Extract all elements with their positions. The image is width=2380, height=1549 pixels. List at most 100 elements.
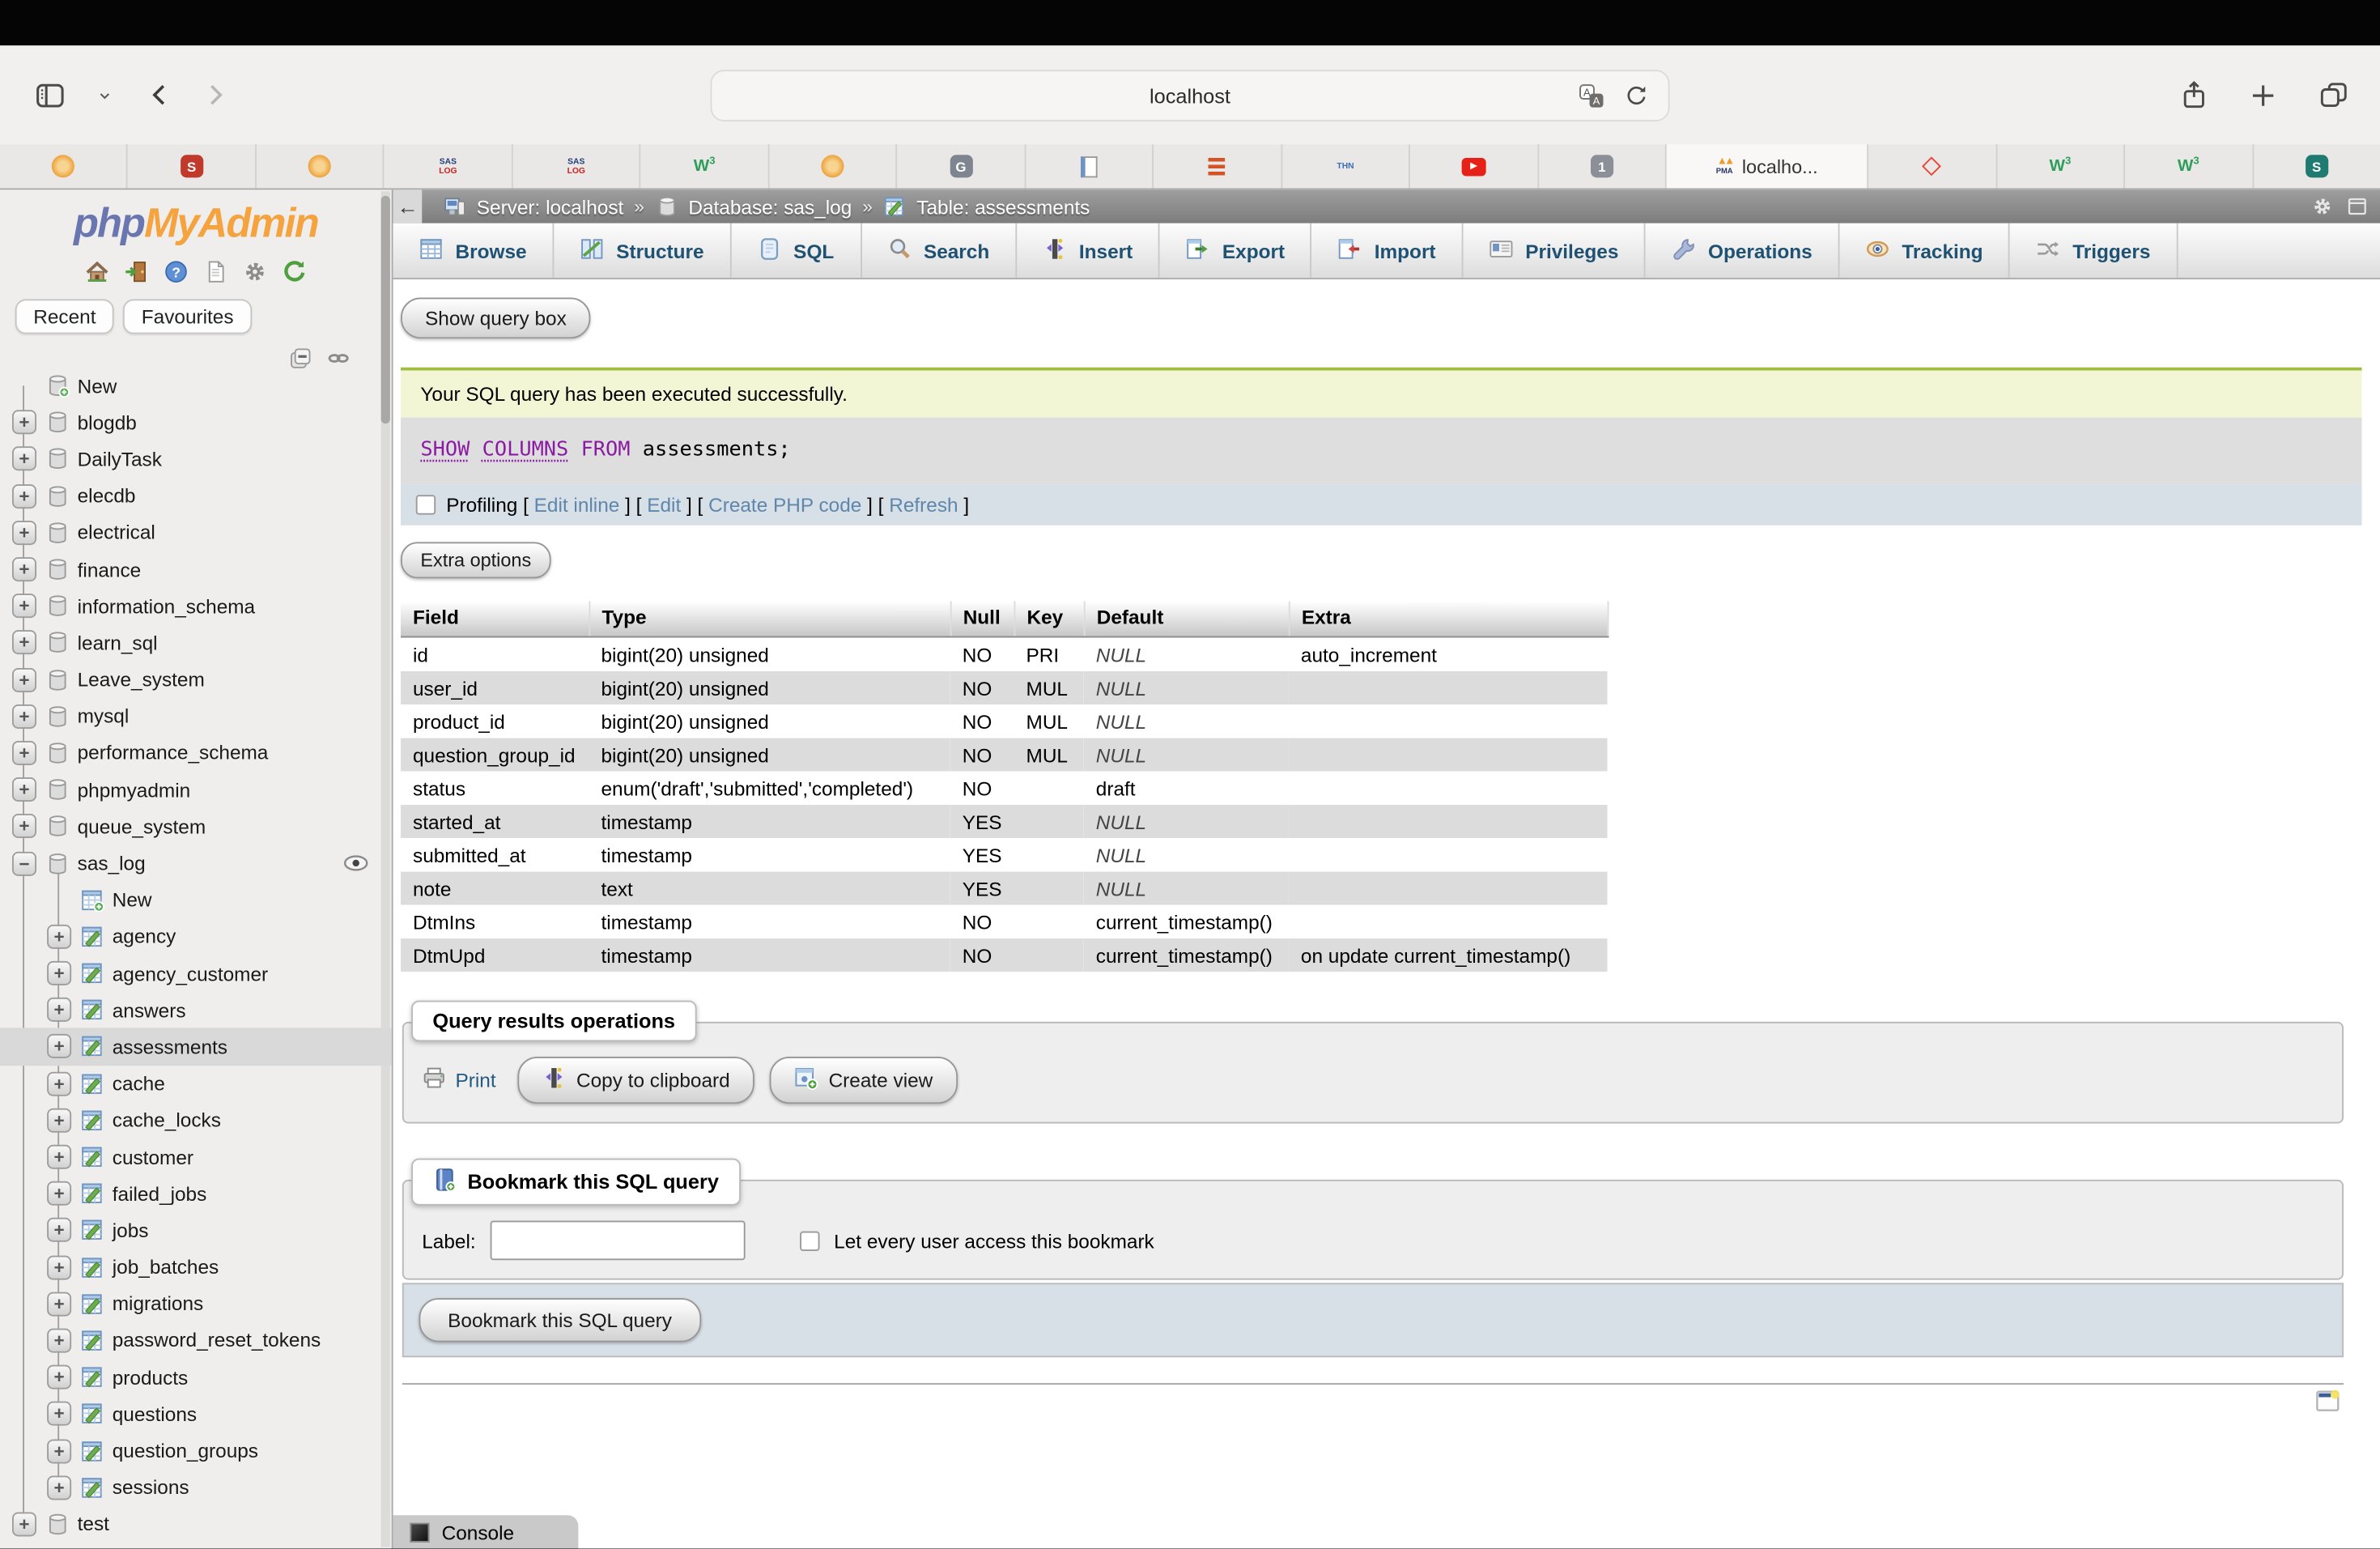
chevron-down-icon[interactable] — [88, 79, 121, 112]
tree-item-migrations[interactable]: +migrations — [0, 1286, 392, 1322]
expander-plus-icon[interactable]: + — [47, 1219, 71, 1243]
print-link[interactable]: Print — [422, 1066, 495, 1095]
docs-icon[interactable] — [201, 257, 230, 286]
expander-plus-icon[interactable]: + — [12, 741, 36, 765]
home-icon[interactable] — [83, 257, 112, 286]
tree-item-leave_system[interactable]: +Leave_system — [0, 662, 392, 698]
tree-item-agency_customer[interactable]: +agency_customer — [0, 955, 392, 991]
phpmyadmin-logo[interactable]: phpMyAdmin — [0, 201, 392, 248]
browser-tab-active[interactable]: ▲▲PMAlocalho... — [1667, 144, 1868, 188]
tree-item-finance[interactable]: +finance — [0, 551, 392, 588]
tree-item-answers[interactable]: +answers — [0, 992, 392, 1028]
expander-plus-icon[interactable]: + — [47, 1071, 71, 1096]
profiling-link-edit-inline[interactable]: Edit inline — [534, 493, 620, 516]
tree-item-failed_jobs[interactable]: +failed_jobs — [0, 1175, 392, 1211]
tab-import[interactable]: Import — [1312, 223, 1463, 279]
tree-item-dailytask[interactable]: +DailyTask — [0, 440, 392, 477]
expander-plus-icon[interactable]: + — [47, 1292, 71, 1316]
column-header[interactable]: Key — [1014, 602, 1084, 637]
expander-plus-icon[interactable]: + — [47, 1365, 71, 1389]
console-bar[interactable]: Console — [393, 1515, 579, 1548]
browser-tab[interactable]: 1 — [1539, 144, 1667, 188]
browser-tab[interactable]: S — [128, 144, 256, 188]
expander-plus-icon[interactable]: + — [47, 1181, 71, 1206]
translate-icon[interactable]: AA — [1574, 79, 1607, 113]
eye-icon[interactable] — [343, 851, 369, 882]
profiling-checkbox[interactable] — [416, 495, 436, 514]
expander-plus-icon[interactable]: + — [47, 1255, 71, 1279]
tree-item-blogdb[interactable]: +blogdb — [0, 404, 392, 440]
expander-plus-icon[interactable]: + — [12, 777, 36, 802]
expander-plus-icon[interactable]: + — [47, 1145, 71, 1169]
browser-tab[interactable]: THN — [1282, 144, 1410, 188]
tree-item-password_reset_tokens[interactable]: +password_reset_tokens — [0, 1322, 392, 1359]
tab-sql[interactable]: SQL — [731, 223, 861, 279]
expander-plus-icon[interactable]: + — [12, 667, 36, 692]
bookmark-label-input[interactable] — [491, 1221, 746, 1261]
expander-plus-icon[interactable]: + — [47, 961, 71, 985]
column-header[interactable]: Null — [950, 602, 1014, 637]
tree-item-products[interactable]: +products — [0, 1359, 392, 1395]
extra-options-button[interactable]: Extra options — [401, 542, 551, 578]
exit-icon[interactable] — [122, 257, 151, 286]
share-icon[interactable] — [2177, 79, 2210, 112]
reload-icon[interactable] — [1620, 79, 1653, 113]
tree-item-phpmyadmin[interactable]: +phpmyadmin — [0, 772, 392, 808]
tab-privileges[interactable]: Privileges — [1463, 223, 1646, 279]
expander-plus-icon[interactable]: + — [47, 1329, 71, 1353]
tab-triggers[interactable]: Triggers — [2010, 223, 2178, 279]
tree-item-cache[interactable]: +cache — [0, 1065, 392, 1101]
browser-tab[interactable]: G — [898, 144, 1026, 188]
tree-item-elecdb[interactable]: +elecdb — [0, 478, 392, 514]
browser-tab[interactable] — [1026, 144, 1154, 188]
profiling-link-create-php-code[interactable]: Create PHP code — [708, 493, 861, 516]
bookmark-submit-button[interactable]: Bookmark this SQL query — [419, 1298, 701, 1342]
expander-plus-icon[interactable]: + — [12, 411, 36, 435]
tree-item-sessions[interactable]: +sessions — [0, 1469, 392, 1505]
expander-minus-icon[interactable]: − — [12, 851, 36, 875]
tab-browse[interactable]: Browse — [393, 223, 555, 279]
open-new-window-icon[interactable] — [2314, 1388, 2340, 1419]
tree-item-mysql[interactable]: +mysql — [0, 698, 392, 734]
tree-item-agency[interactable]: +agency — [0, 918, 392, 955]
tree-item-electrical[interactable]: +electrical — [0, 514, 392, 551]
tree-item-information_schema[interactable]: +information_schema — [0, 588, 392, 624]
create-view-button[interactable]: Create view — [769, 1057, 957, 1104]
expander-plus-icon[interactable]: + — [12, 815, 36, 839]
browser-tab[interactable]: ▶ — [1410, 144, 1538, 188]
expander-plus-icon[interactable]: + — [47, 1108, 71, 1132]
expander-plus-icon[interactable]: + — [12, 557, 36, 581]
expander-plus-icon[interactable]: + — [12, 483, 36, 508]
tree-item-assessments[interactable]: +assessments — [0, 1028, 392, 1065]
tab-tracking[interactable]: Tracking — [1839, 223, 2010, 279]
profiling-link-refresh[interactable]: Refresh — [889, 493, 958, 516]
copy-to-clipboard-button[interactable]: Copy to clipboard — [517, 1057, 754, 1104]
browser-tab[interactable] — [1868, 144, 1996, 188]
column-header[interactable]: Extra — [1289, 602, 1608, 637]
tab-overview-icon[interactable] — [2316, 79, 2349, 112]
expander-plus-icon[interactable]: + — [12, 704, 36, 729]
tree-item-learn_sql[interactable]: +learn_sql — [0, 624, 392, 661]
breadcrumb-database[interactable]: Database: sas_log — [688, 195, 852, 218]
show-query-box-button[interactable]: Show query box — [401, 298, 591, 339]
browser-tab[interactable]: W3 — [1997, 144, 2125, 188]
browser-tab[interactable] — [769, 144, 897, 188]
breadcrumb-table[interactable]: Table: assessments — [916, 195, 1090, 218]
column-header[interactable]: Field — [401, 602, 589, 637]
browser-tab[interactable]: SASLOG — [513, 144, 641, 188]
column-header[interactable]: Default — [1084, 602, 1289, 637]
expander-plus-icon[interactable]: + — [47, 1475, 71, 1500]
tree-item-cache_locks[interactable]: +cache_locks — [0, 1102, 392, 1138]
refresh-icon[interactable] — [280, 257, 309, 286]
expander-plus-icon[interactable]: + — [47, 998, 71, 1022]
tree-item-test[interactable]: +test — [0, 1506, 392, 1543]
nav-back-button[interactable]: ← — [393, 189, 423, 223]
bookmark-share-checkbox[interactable] — [801, 1231, 820, 1250]
tab-export[interactable]: Export — [1160, 223, 1312, 279]
expander-plus-icon[interactable]: + — [12, 594, 36, 619]
expander-plus-icon[interactable]: + — [12, 631, 36, 655]
tree-item-new[interactable]: New — [0, 882, 392, 918]
expander-plus-icon[interactable]: + — [12, 521, 36, 545]
tree-item-new[interactable]: New — [0, 368, 392, 404]
back-icon[interactable] — [142, 79, 176, 112]
